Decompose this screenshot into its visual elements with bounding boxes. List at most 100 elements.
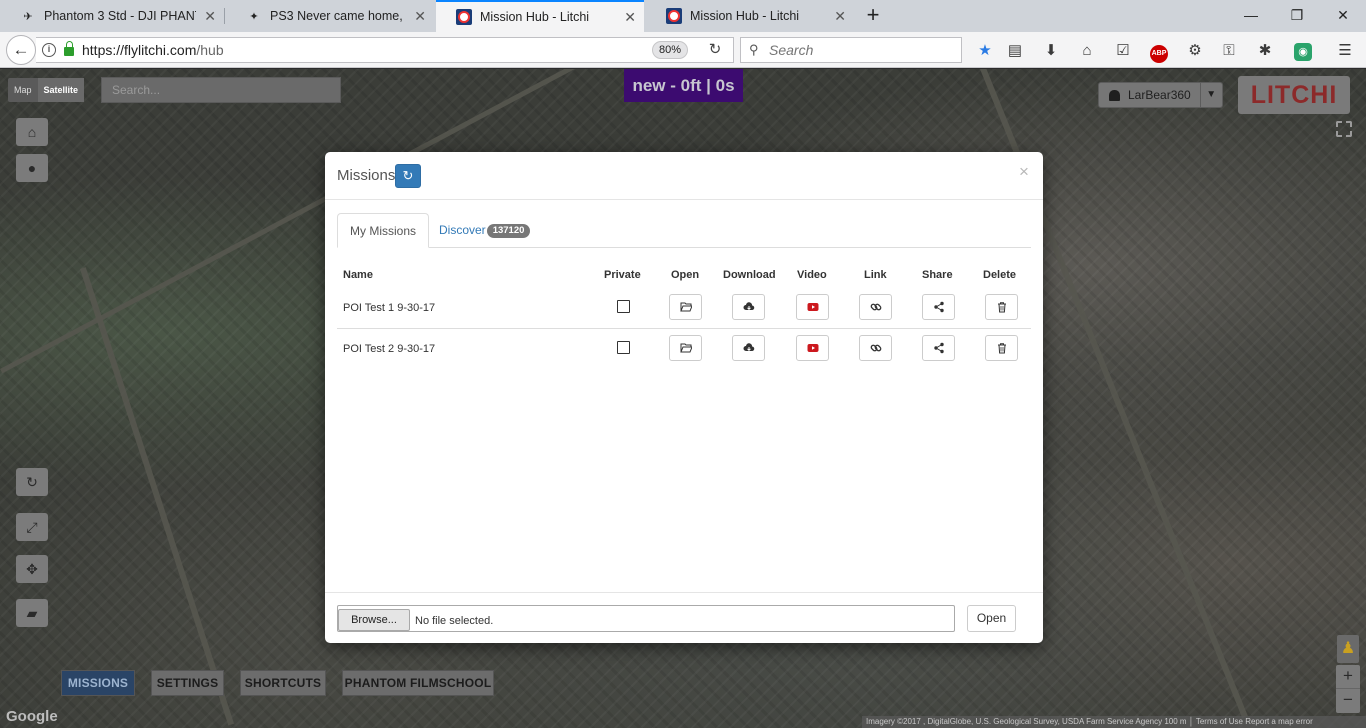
share-icon <box>933 301 944 313</box>
tab-my-missions[interactable]: My Missions <box>337 213 430 248</box>
settings-nav-button[interactable]: SETTINGS <box>151 670 224 696</box>
discover-count-badge: 137120 <box>486 224 531 238</box>
key-icon[interactable]: ⚿ <box>1218 40 1240 62</box>
phantom-filmschool-nav-button[interactable]: PHANTOM FILMSCHOOL <box>342 670 494 696</box>
file-status: No file selected. <box>415 615 494 627</box>
tools-icon[interactable]: ✱ <box>1254 40 1276 62</box>
youtube-icon <box>807 344 818 352</box>
back-button[interactable]: ← <box>6 35 36 65</box>
map-attribution[interactable]: Imagery ©2017 , DigitalGlobe, U.S. Geolo… <box>862 716 1366 728</box>
browser-tab-phantom[interactable]: ✈ Phantom 3 Std - DJI PHANTO ✕ <box>0 0 224 32</box>
folder-open-icon <box>679 302 692 312</box>
share-button[interactable] <box>922 335 955 361</box>
minimize-button[interactable]: — <box>1228 0 1274 32</box>
caret-down-icon[interactable]: ▼ <box>1200 82 1223 108</box>
browser-search-bar[interactable]: ⚲ <box>740 37 962 63</box>
column-header-private: Private <box>604 269 641 281</box>
browser-tab-ps3[interactable]: ✦ PS3 Never came home, DJI w ✕ <box>226 0 434 32</box>
url-path: /hub <box>196 42 224 58</box>
modal-header: Missions ↻ × <box>325 152 1043 200</box>
zoom-out-button[interactable]: − <box>1336 689 1360 713</box>
browse-button[interactable]: Browse... <box>338 609 410 631</box>
tab-divider <box>224 8 225 24</box>
missions-table: Name Private Open Download Video Link Sh… <box>337 262 1031 370</box>
expand-button[interactable]: ⤢ <box>16 513 48 541</box>
shortcuts-nav-button[interactable]: SHORTCUTS <box>240 670 326 696</box>
download-mission-button[interactable] <box>732 335 765 361</box>
url-bar[interactable]: i https://flylitchi.com/hub <box>36 37 734 63</box>
browser-tab-mission-hub[interactable]: Mission Hub - Litchi ✕ <box>646 0 854 32</box>
download-icon[interactable]: ⬇ <box>1040 40 1062 62</box>
close-tab-icon[interactable]: ✕ <box>414 8 426 25</box>
home-button[interactable]: ⌂ <box>16 118 48 146</box>
cloud-download-icon <box>743 302 754 311</box>
trash-icon <box>997 343 1006 354</box>
litchi-logo: LITCHI <box>1238 76 1350 114</box>
globe-button[interactable]: ● <box>16 154 48 182</box>
eye-extension-icon[interactable]: ◉ <box>1292 40 1314 62</box>
close-tab-icon[interactable]: ✕ <box>624 9 636 26</box>
close-tab-icon[interactable]: ✕ <box>204 8 216 25</box>
delete-button[interactable] <box>985 335 1018 361</box>
link-icon <box>870 344 881 352</box>
refresh-button[interactable]: ↻ <box>395 164 421 188</box>
table-row: POI Test 2 9-30-17 <box>337 329 1031 370</box>
user-button[interactable]: LarBear360 <box>1098 82 1201 108</box>
reload-icon[interactable]: ↻ <box>704 40 726 62</box>
home-icon[interactable]: ⌂ <box>1076 40 1098 62</box>
missions-nav-button[interactable]: MISSIONS <box>61 670 135 696</box>
menu-icon[interactable]: ☰ <box>1334 40 1356 62</box>
open-file-button[interactable]: Open <box>967 605 1016 632</box>
pegman-icon[interactable]: ♟ <box>1337 635 1359 663</box>
open-mission-button[interactable] <box>669 335 702 361</box>
new-tab-button[interactable]: + <box>862 4 884 26</box>
rotate-button[interactable]: ↻ <box>16 468 48 496</box>
google-logo: Google <box>6 708 58 725</box>
file-input[interactable]: Browse... No file selected. <box>337 605 955 632</box>
link-button[interactable] <box>859 335 892 361</box>
column-header-download: Download <box>723 269 776 281</box>
mission-summary-banner: new - 0ft | 0s <box>624 69 743 102</box>
delete-button[interactable] <box>985 294 1018 320</box>
fullscreen-icon[interactable] <box>1336 121 1352 137</box>
zoom-level-badge[interactable]: 80% <box>652 41 688 59</box>
close-tab-icon[interactable]: ✕ <box>834 8 846 25</box>
bookmark-star-icon[interactable]: ★ <box>974 40 996 62</box>
restore-button[interactable]: ❐ <box>1274 0 1320 32</box>
private-checkbox[interactable] <box>617 300 630 313</box>
username: LarBear360 <box>1128 88 1191 102</box>
map-type-satellite-button[interactable]: Satellite <box>37 78 85 102</box>
dji-icon: ✈ <box>23 10 33 23</box>
video-button[interactable] <box>796 294 829 320</box>
column-header-open: Open <box>671 269 700 281</box>
pocket-icon[interactable]: ☑ <box>1112 40 1134 62</box>
extension-icon[interactable]: ⚙ <box>1184 40 1206 62</box>
eraser-button[interactable]: ▰ <box>16 599 48 627</box>
share-button[interactable] <box>922 294 955 320</box>
link-button[interactable] <box>859 294 892 320</box>
map-type-map-button[interactable]: Map <box>8 78 38 102</box>
litchi-icon <box>666 8 682 24</box>
download-mission-button[interactable] <box>732 294 765 320</box>
close-icon[interactable]: × <box>1019 162 1029 182</box>
zoom-in-button[interactable]: + <box>1336 665 1360 689</box>
browser-tab-mission-hub-active[interactable]: Mission Hub - Litchi ✕ <box>436 0 644 32</box>
open-mission-button[interactable] <box>669 294 702 320</box>
user-menu[interactable]: LarBear360 ▼ <box>1098 82 1223 108</box>
browser-search-input[interactable] <box>769 42 949 58</box>
table-row: POI Test 1 9-30-17 <box>337 288 1031 329</box>
tab-discover[interactable]: Discover 137120 <box>427 213 542 248</box>
info-icon[interactable]: i <box>42 43 56 57</box>
move-button[interactable]: ✥ <box>16 555 48 583</box>
modal-footer: Browse... No file selected. Open <box>325 592 1043 643</box>
reading-list-icon[interactable]: ▤ <box>1004 40 1026 62</box>
adblock-icon[interactable]: ABP <box>1148 40 1170 63</box>
column-header-video: Video <box>797 269 827 281</box>
video-button[interactable] <box>796 335 829 361</box>
private-checkbox[interactable] <box>617 341 630 354</box>
close-window-button[interactable]: ✕ <box>1320 0 1366 32</box>
url-text[interactable]: https://flylitchi.com/hub <box>82 42 733 58</box>
table-header: Name Private Open Download Video Link Sh… <box>337 262 1031 288</box>
column-header-name: Name <box>343 269 373 281</box>
map-search-input[interactable]: Search... <box>101 77 341 103</box>
